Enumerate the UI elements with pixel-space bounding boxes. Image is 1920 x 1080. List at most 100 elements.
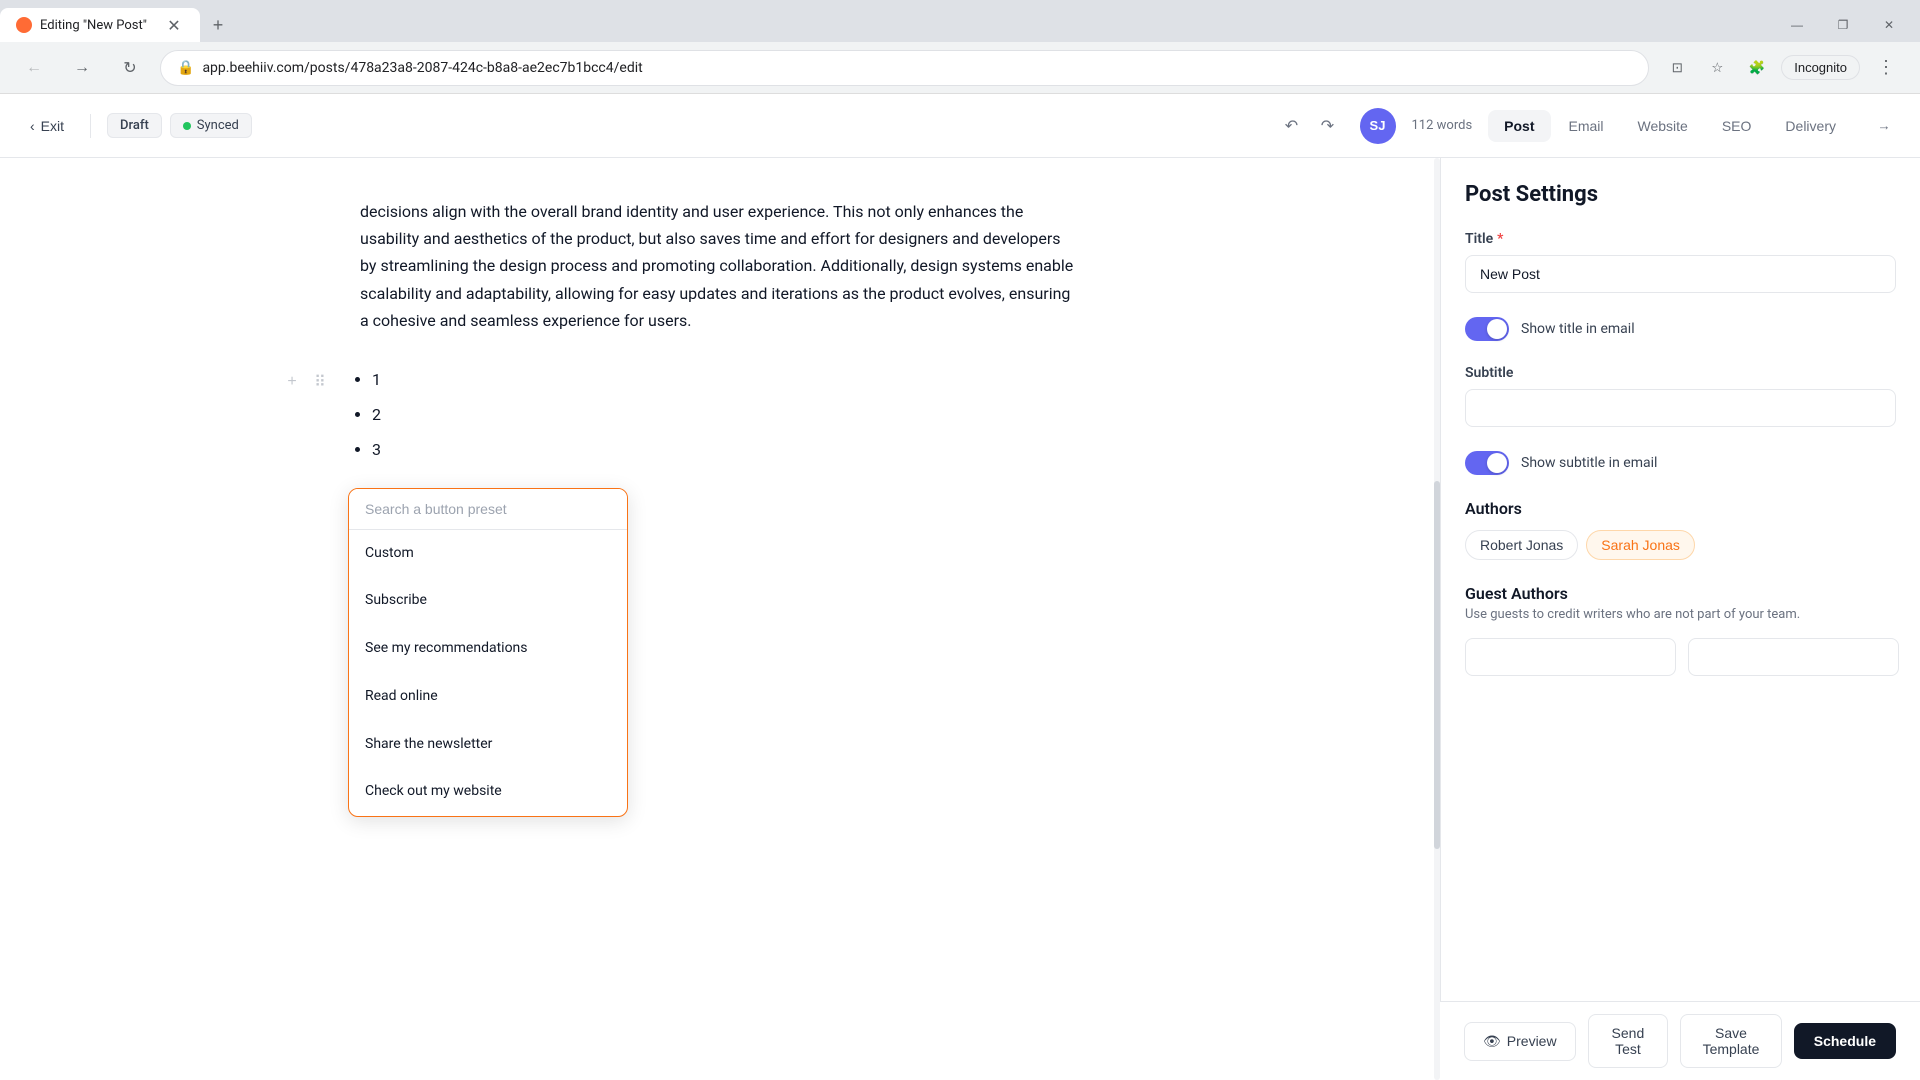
preset-share-newsletter[interactable]: Share the newsletter [349,721,627,769]
editor-paragraph: decisions align with the overall brand i… [360,198,1080,334]
url-bar[interactable]: 🔒 app.beehiiv.com/posts/478a23a8-2087-42… [160,50,1649,86]
eye-icon: 👁 [1483,1033,1501,1050]
top-tabs: Post Email Website SEO Delivery [1488,110,1852,142]
avatar-initials: SJ [1370,118,1386,133]
undo-redo-group: ↶ ↷ [1276,110,1344,142]
preset-subscribe[interactable]: Subscribe [349,577,627,625]
preset-read-online[interactable]: Read online [349,673,627,721]
show-subtitle-toggle[interactable] [1465,451,1509,475]
tab-favicon [16,17,32,33]
exit-label: Exit [41,118,64,134]
profile-label: Incognito [1794,60,1847,75]
preset-search-input[interactable] [349,489,627,530]
show-subtitle-toggle-row: Show subtitle in email [1465,451,1896,475]
draft-badge: Draft [107,113,162,138]
subtitle-input[interactable] [1465,389,1896,427]
collapse-panel-button[interactable]: → [1868,110,1900,142]
tab-close-button[interactable]: ✕ [164,15,184,35]
profile-button[interactable]: Incognito [1781,55,1860,80]
add-block-button[interactable]: + [280,370,304,394]
show-title-toggle-row: Show title in email [1465,317,1896,341]
bottom-spacer [1465,700,1896,780]
tab-website[interactable]: Website [1622,110,1704,142]
panel-title: Post Settings [1465,182,1896,207]
send-test-button[interactable]: Send Test [1588,1014,1669,1068]
main-area: decisions align with the overall brand i… [0,158,1920,1080]
save-template-button[interactable]: Save Template [1680,1014,1782,1068]
refresh-button[interactable]: ↻ [112,50,148,86]
required-indicator: * [1497,231,1503,247]
tab-title: Editing "New Post" [40,18,156,33]
list-item-2: 2 [372,401,1080,428]
bottom-action-bar: 👁 Preview Send Test Save Template Schedu… [1440,1001,1920,1080]
restore-button[interactable]: ❐ [1820,8,1866,42]
close-button[interactable]: ✕ [1866,8,1912,42]
list-item-3: 3 [372,436,1080,463]
show-subtitle-label: Show subtitle in email [1521,455,1657,471]
tab-delivery[interactable]: Delivery [1769,110,1852,142]
exit-button[interactable]: ‹ Exit [20,112,74,140]
editor-content: decisions align with the overall brand i… [360,198,1080,515]
bullet-list: 1 2 3 [348,366,1080,464]
guest-authors-label: Guest Authors [1465,584,1896,603]
subtitle-field-label: Subtitle [1465,365,1896,381]
authors-row: Robert Jonas Sarah Jonas [1465,530,1896,560]
forward-button[interactable]: → [64,50,100,86]
guest-authors-inputs [1465,638,1896,676]
button-preset-dropdown: Custom Subscribe See my recommendations … [348,488,628,818]
guest-authors-description: Use guests to credit writers who are not… [1465,607,1896,622]
browser-tab[interactable]: Editing "New Post" ✕ [0,8,200,42]
title-field-group: Title * [1465,231,1896,293]
preview-button[interactable]: 👁 Preview [1464,1022,1576,1061]
preset-check-website[interactable]: Check out my website [349,768,627,816]
preview-label: Preview [1507,1033,1557,1049]
tab-email[interactable]: Email [1553,110,1620,142]
author-robert-jonas[interactable]: Robert Jonas [1465,530,1578,560]
synced-dot [183,122,191,130]
browser-menu-button[interactable]: ⋮ [1868,50,1904,86]
save-template-label: Save Template [1703,1025,1760,1057]
show-title-label: Show title in email [1521,321,1635,337]
cast-icon-button[interactable]: ⊡ [1661,52,1693,84]
chevron-left-icon: ‹ [30,118,35,134]
preset-recommendations[interactable]: See my recommendations [349,625,627,673]
minimize-button[interactable]: — [1774,8,1820,42]
right-panel: Post Settings Title * Show title in emai… [1440,158,1920,1080]
schedule-button[interactable]: Schedule [1794,1023,1896,1059]
new-tab-button[interactable]: + [204,11,232,39]
word-count: 112 words [1412,118,1473,133]
url-text: app.beehiiv.com/posts/478a23a8-2087-424c… [202,60,1632,76]
toggle-thumb-subtitle [1487,453,1507,473]
guest-author-last-input[interactable] [1688,638,1899,676]
authors-group: Authors Robert Jonas Sarah Jonas [1465,499,1896,560]
tab-seo[interactable]: SEO [1706,110,1768,142]
user-avatar-button[interactable]: SJ [1360,108,1396,144]
button-preset-dropdown-wrapper: Custom Subscribe See my recommendations … [348,488,1080,515]
send-test-label: Send Test [1612,1025,1645,1057]
block-controls: + ⠿ [280,370,332,394]
status-group: Draft Synced [107,113,252,138]
title-input[interactable] [1465,255,1896,293]
guest-author-first-input[interactable] [1465,638,1676,676]
list-item-1: 1 [372,366,1080,393]
toolbar-divider [90,114,91,138]
back-button[interactable]: ← [16,50,52,86]
guest-authors-group: Guest Authors Use guests to credit write… [1465,584,1896,676]
preset-custom[interactable]: Custom [349,530,627,578]
tab-post[interactable]: Post [1488,110,1550,142]
editor-area[interactable]: decisions align with the overall brand i… [0,158,1440,1080]
bookmark-icon-button[interactable]: ☆ [1701,52,1733,84]
redo-button[interactable]: ↷ [1312,110,1344,142]
undo-button[interactable]: ↶ [1276,110,1308,142]
authors-label: Authors [1465,499,1896,518]
drag-block-button[interactable]: ⠿ [308,370,332,394]
extension-icon-button[interactable]: 🧩 [1741,52,1773,84]
app-toolbar: ‹ Exit Draft Synced ↶ ↷ SJ 112 words Pos… [0,94,1920,158]
block-wrapper: + ⠿ 1 2 3 Custom Subscribe [280,366,1080,515]
schedule-label: Schedule [1814,1033,1876,1049]
subtitle-field-group: Subtitle [1465,365,1896,427]
lock-icon: 🔒 [177,60,194,76]
title-field-label: Title * [1465,231,1896,247]
author-sarah-jonas[interactable]: Sarah Jonas [1586,530,1695,560]
show-title-toggle[interactable] [1465,317,1509,341]
